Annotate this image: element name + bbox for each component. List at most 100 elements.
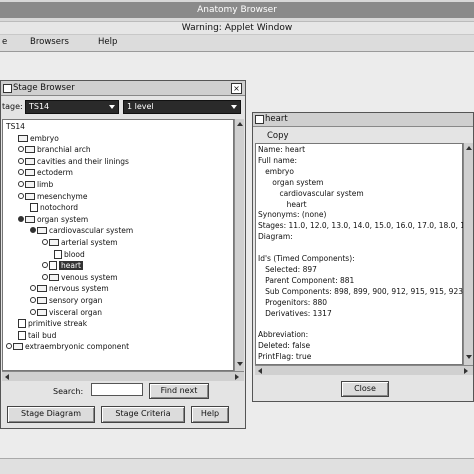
tree-item-label: heart xyxy=(59,261,83,271)
folder-icon xyxy=(18,134,28,142)
tree-item[interactable]: venous system xyxy=(42,273,118,283)
scroll-down-icon[interactable] xyxy=(237,362,243,366)
tree-item[interactable]: cavities and their linings xyxy=(18,157,129,167)
folder-icon xyxy=(25,215,35,223)
expand-knob-icon[interactable] xyxy=(18,169,24,176)
scroll-up-icon[interactable] xyxy=(237,122,243,126)
tree-item-label: sensory organ xyxy=(49,296,103,305)
tree-item-label: arterial system xyxy=(61,238,118,247)
scroll-left-icon[interactable] xyxy=(5,374,9,380)
tree-item-label: branchial arch xyxy=(37,145,91,155)
tree-item[interactable]: arterial system xyxy=(42,238,118,248)
tree-item-label: mesenchyme xyxy=(37,191,88,201)
info-line: Synonyms: (none) xyxy=(258,210,327,220)
expand-knob-icon[interactable] xyxy=(42,239,48,245)
document-icon xyxy=(18,319,26,329)
folder-icon xyxy=(49,273,59,281)
collapse-knob-icon[interactable] xyxy=(30,227,36,234)
tree-item[interactable]: nervous system xyxy=(30,284,109,294)
tree-horizontal-scrollbar[interactable] xyxy=(2,371,244,381)
info-line: embryo xyxy=(258,166,294,176)
scroll-down-icon[interactable] xyxy=(466,355,472,359)
info-line: Selected: 897 xyxy=(258,264,317,274)
info-line: PrintFlag: true xyxy=(258,352,312,362)
menu-file[interactable]: e xyxy=(2,37,7,47)
tree-item[interactable]: notochord xyxy=(30,203,78,213)
tree-item[interactable]: limb xyxy=(18,180,53,190)
info-line: Parent Component: 881 xyxy=(258,275,355,285)
expand-knob-icon[interactable] xyxy=(30,297,36,303)
folder-icon xyxy=(25,181,35,188)
expand-knob-icon[interactable] xyxy=(30,308,36,315)
expand-knob-icon[interactable] xyxy=(42,273,48,280)
info-line: Name: heart xyxy=(258,145,306,154)
info-text-area[interactable]: Name: heart Full name: embryo organ syste… xyxy=(255,143,466,365)
close-button[interactable]: Close xyxy=(341,381,389,397)
tree-item[interactable]: sensory organ xyxy=(30,296,102,306)
scroll-right-icon[interactable] xyxy=(464,368,468,374)
info-line: Id's (Timed Components): xyxy=(258,254,355,263)
stage-tree[interactable]: TS14 embryo branchial arch cavities and the… xyxy=(2,119,234,371)
expand-knob-icon[interactable] xyxy=(30,285,36,292)
level-select[interactable]: 1 level xyxy=(123,100,241,114)
expand-knob-icon[interactable] xyxy=(6,343,12,350)
tree-item[interactable]: mesenchyme xyxy=(18,192,87,202)
find-next-button[interactable]: Find next xyxy=(149,383,209,399)
tree-item-label: visceral organ xyxy=(49,307,102,317)
tree-item[interactable]: cardiovascular system xyxy=(30,226,133,236)
info-line: Diagram: xyxy=(258,232,293,242)
tree-item-label: nervous system xyxy=(49,284,109,294)
tree-item[interactable]: organ system xyxy=(18,215,88,225)
heart-info-window: heart Copy Name: heart Full name: embryo … xyxy=(252,112,474,402)
copy-button[interactable]: Copy xyxy=(267,131,289,141)
app-title-bar: Anatomy Browser xyxy=(0,0,474,22)
tree-item-label: primitive streak xyxy=(28,319,88,329)
tree-item[interactable]: tail bud xyxy=(18,330,56,341)
info-line: Progenitors: 880 xyxy=(258,297,328,307)
tree-item[interactable]: embryo xyxy=(18,134,59,144)
info-line: Abbreviation: xyxy=(258,330,309,340)
scroll-right-icon[interactable] xyxy=(235,374,239,380)
tree-vertical-scrollbar[interactable] xyxy=(234,119,244,371)
scroll-up-icon[interactable] xyxy=(466,146,472,150)
menu-browsers[interactable]: Browsers xyxy=(30,37,69,47)
help-button[interactable]: Help xyxy=(191,406,229,423)
stage-browser-title: Stage Browser xyxy=(13,83,75,93)
document-icon xyxy=(30,203,38,213)
expand-knob-icon[interactable] xyxy=(18,181,24,187)
info-vertical-scrollbar[interactable] xyxy=(463,143,473,365)
stage-diagram-button[interactable]: Stage Diagram xyxy=(7,406,95,423)
stage-select-value: TS14 xyxy=(29,102,50,111)
tree-item[interactable]: blood xyxy=(54,249,85,260)
close-icon[interactable]: × xyxy=(231,83,242,94)
folder-icon xyxy=(13,343,23,351)
document-icon xyxy=(18,330,26,340)
info-line: organ system xyxy=(258,177,324,187)
collapse-knob-icon[interactable] xyxy=(18,215,24,222)
stage-browser-window: Stage Browser × tage: TS14 1 level TS14 e… xyxy=(0,80,246,429)
expand-knob-icon[interactable] xyxy=(18,157,24,164)
chevron-down-icon xyxy=(231,105,237,109)
tree-item-label: organ system xyxy=(37,214,89,224)
tree-item[interactable]: TS14 xyxy=(6,122,25,132)
stage-criteria-button[interactable]: Stage Criteria xyxy=(101,406,185,423)
tree-item[interactable]: ectoderm xyxy=(18,168,73,178)
tree-item[interactable]: visceral organ xyxy=(30,308,102,318)
stage-select[interactable]: TS14 xyxy=(25,100,119,114)
tree-item[interactable]: extraembryonic component xyxy=(6,342,129,352)
menu-help[interactable]: Help xyxy=(98,37,117,47)
document-icon xyxy=(54,249,62,259)
search-input[interactable] xyxy=(91,383,143,396)
expand-knob-icon[interactable] xyxy=(42,262,48,269)
info-line: Stages: 11.0, 12.0, 13.0, 14.0, 15.0, 16… xyxy=(258,221,466,231)
expand-knob-icon[interactable] xyxy=(18,146,24,153)
scroll-left-icon[interactable] xyxy=(258,368,262,374)
tree-item[interactable]: branchial arch xyxy=(18,145,91,155)
folder-icon xyxy=(25,157,35,165)
info-line: Full name: xyxy=(258,155,298,165)
tree-item[interactable]: heart xyxy=(42,261,83,271)
tree-item[interactable]: primitive streak xyxy=(18,319,87,329)
expand-knob-icon[interactable] xyxy=(18,192,24,199)
folder-icon xyxy=(37,227,47,235)
info-horizontal-scrollbar[interactable] xyxy=(255,365,473,375)
